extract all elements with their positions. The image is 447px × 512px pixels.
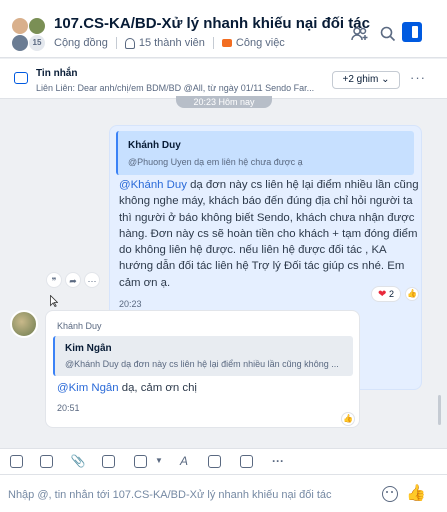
quote-icon[interactable]: ❞ [46,272,62,288]
message-icon [14,72,28,84]
quote-text: @Khánh Duy dạ đơn này cs liên hệ lại điể… [65,359,339,369]
member-count-badge: 15 [28,34,46,52]
sender-name: Khánh Duy [57,321,102,331]
add-group-icon[interactable] [350,24,370,44]
quoted-message[interactable]: Khánh Duy @Phuong Uyen dạ em liên hệ chư… [116,131,414,175]
message-time: 20:51 [57,403,80,413]
conversation-title[interactable]: 107.CS-KA/BD-Xử lý nhanh khiếu nại đối t… [54,15,370,32]
emoji-icon[interactable] [382,486,398,502]
message-list[interactable]: Khánh Duy @Phuong Uyen dạ em liên hệ chư… [0,100,447,448]
chevron-down-icon[interactable]: ▼ [151,453,167,469]
scrollbar[interactable] [438,395,441,425]
pinned-preview[interactable]: Liên Liên: Dear anh/chị/em BDM/BD @All, … [36,83,314,93]
composer-toolbar: 📎 ▼ A ··· [0,448,447,474]
quote-author: Kim Ngân [65,343,112,354]
more-icon[interactable]: ··· [410,70,426,85]
more-pins-button[interactable]: +2 ghim ⌄ [332,71,400,89]
more-icon[interactable]: ⋯ [84,272,100,288]
mouse-cursor-icon [50,295,58,307]
member-avatar [28,17,46,35]
member-avatar [11,17,29,35]
quick-like-icon[interactable]: 👍 [406,483,426,503]
forward-icon[interactable]: ➦ [65,272,81,288]
message-time: 20:23 [119,299,142,309]
divider [212,37,214,49]
composer: 👍 [0,474,447,512]
message-text: @Khánh Duy dạ đơn này cs liên hệ lại điể… [119,177,419,291]
more-icon[interactable]: ··· [270,453,286,469]
like-icon[interactable]: 👍 [405,287,419,301]
like-icon[interactable]: 👍 [341,412,355,426]
screenshot-icon[interactable] [134,455,147,468]
reminder-icon[interactable] [240,455,253,468]
mention-link[interactable]: @Khánh Duy [119,179,187,191]
mention-link[interactable]: @Kim Ngân [57,382,119,394]
image-icon[interactable] [40,455,53,468]
sticker-icon[interactable] [10,455,23,468]
community-label[interactable]: Cộng đồng [54,37,108,49]
category-label[interactable]: Công việc [236,37,285,49]
conversation-meta: Cộng đồng 15 thành viên Công việc [54,37,285,49]
panel-toggle-icon[interactable] [402,22,422,42]
contact-card-icon[interactable] [102,455,115,468]
attachment-icon[interactable]: 📎 [70,453,86,469]
reaction-count: 2 [388,289,394,299]
message-body: dạ, cảm ơn chị [118,382,197,394]
pinned-title: Tin nhắn [36,68,78,79]
message-text: @Kim Ngân dạ, cảm ơn chị [57,382,197,394]
reaction-badge[interactable]: ❤ 2 [371,286,401,302]
quoted-message[interactable]: Kim Ngân @Khánh Duy dạ đơn này cs liên h… [53,336,353,376]
tag-icon [221,39,232,47]
heart-icon: ❤ [378,289,387,300]
message-actions: ❞ ➦ ⋯ [46,272,100,288]
quote-text: @Phuong Uyen dạ em liên hệ chưa được ạ [128,157,303,167]
format-icon[interactable]: A [176,453,192,469]
message-bubble-other[interactable]: Khánh Duy Kim Ngân @Khánh Duy dạ đơn này… [45,310,360,428]
quick-message-icon[interactable] [208,455,221,468]
quote-author: Khánh Duy [128,140,181,151]
conversation-header: 15 107.CS-KA/BD-Xử lý nhanh khiếu nại đố… [0,0,447,58]
message-body: dạ đơn này cs liên hệ lại điểm nhiều lần… [119,179,419,289]
avatar[interactable] [10,310,38,338]
group-avatar[interactable]: 15 [8,14,46,52]
divider [115,37,117,49]
pinned-bar[interactable]: Tin nhắn Liên Liên: Dear anh/chị/em BDM/… [0,59,447,99]
message-input[interactable] [8,487,368,503]
member-avatar [11,34,29,52]
search-icon[interactable] [378,24,398,44]
user-icon [124,37,135,49]
members-label[interactable]: 15 thành viên [139,37,205,49]
